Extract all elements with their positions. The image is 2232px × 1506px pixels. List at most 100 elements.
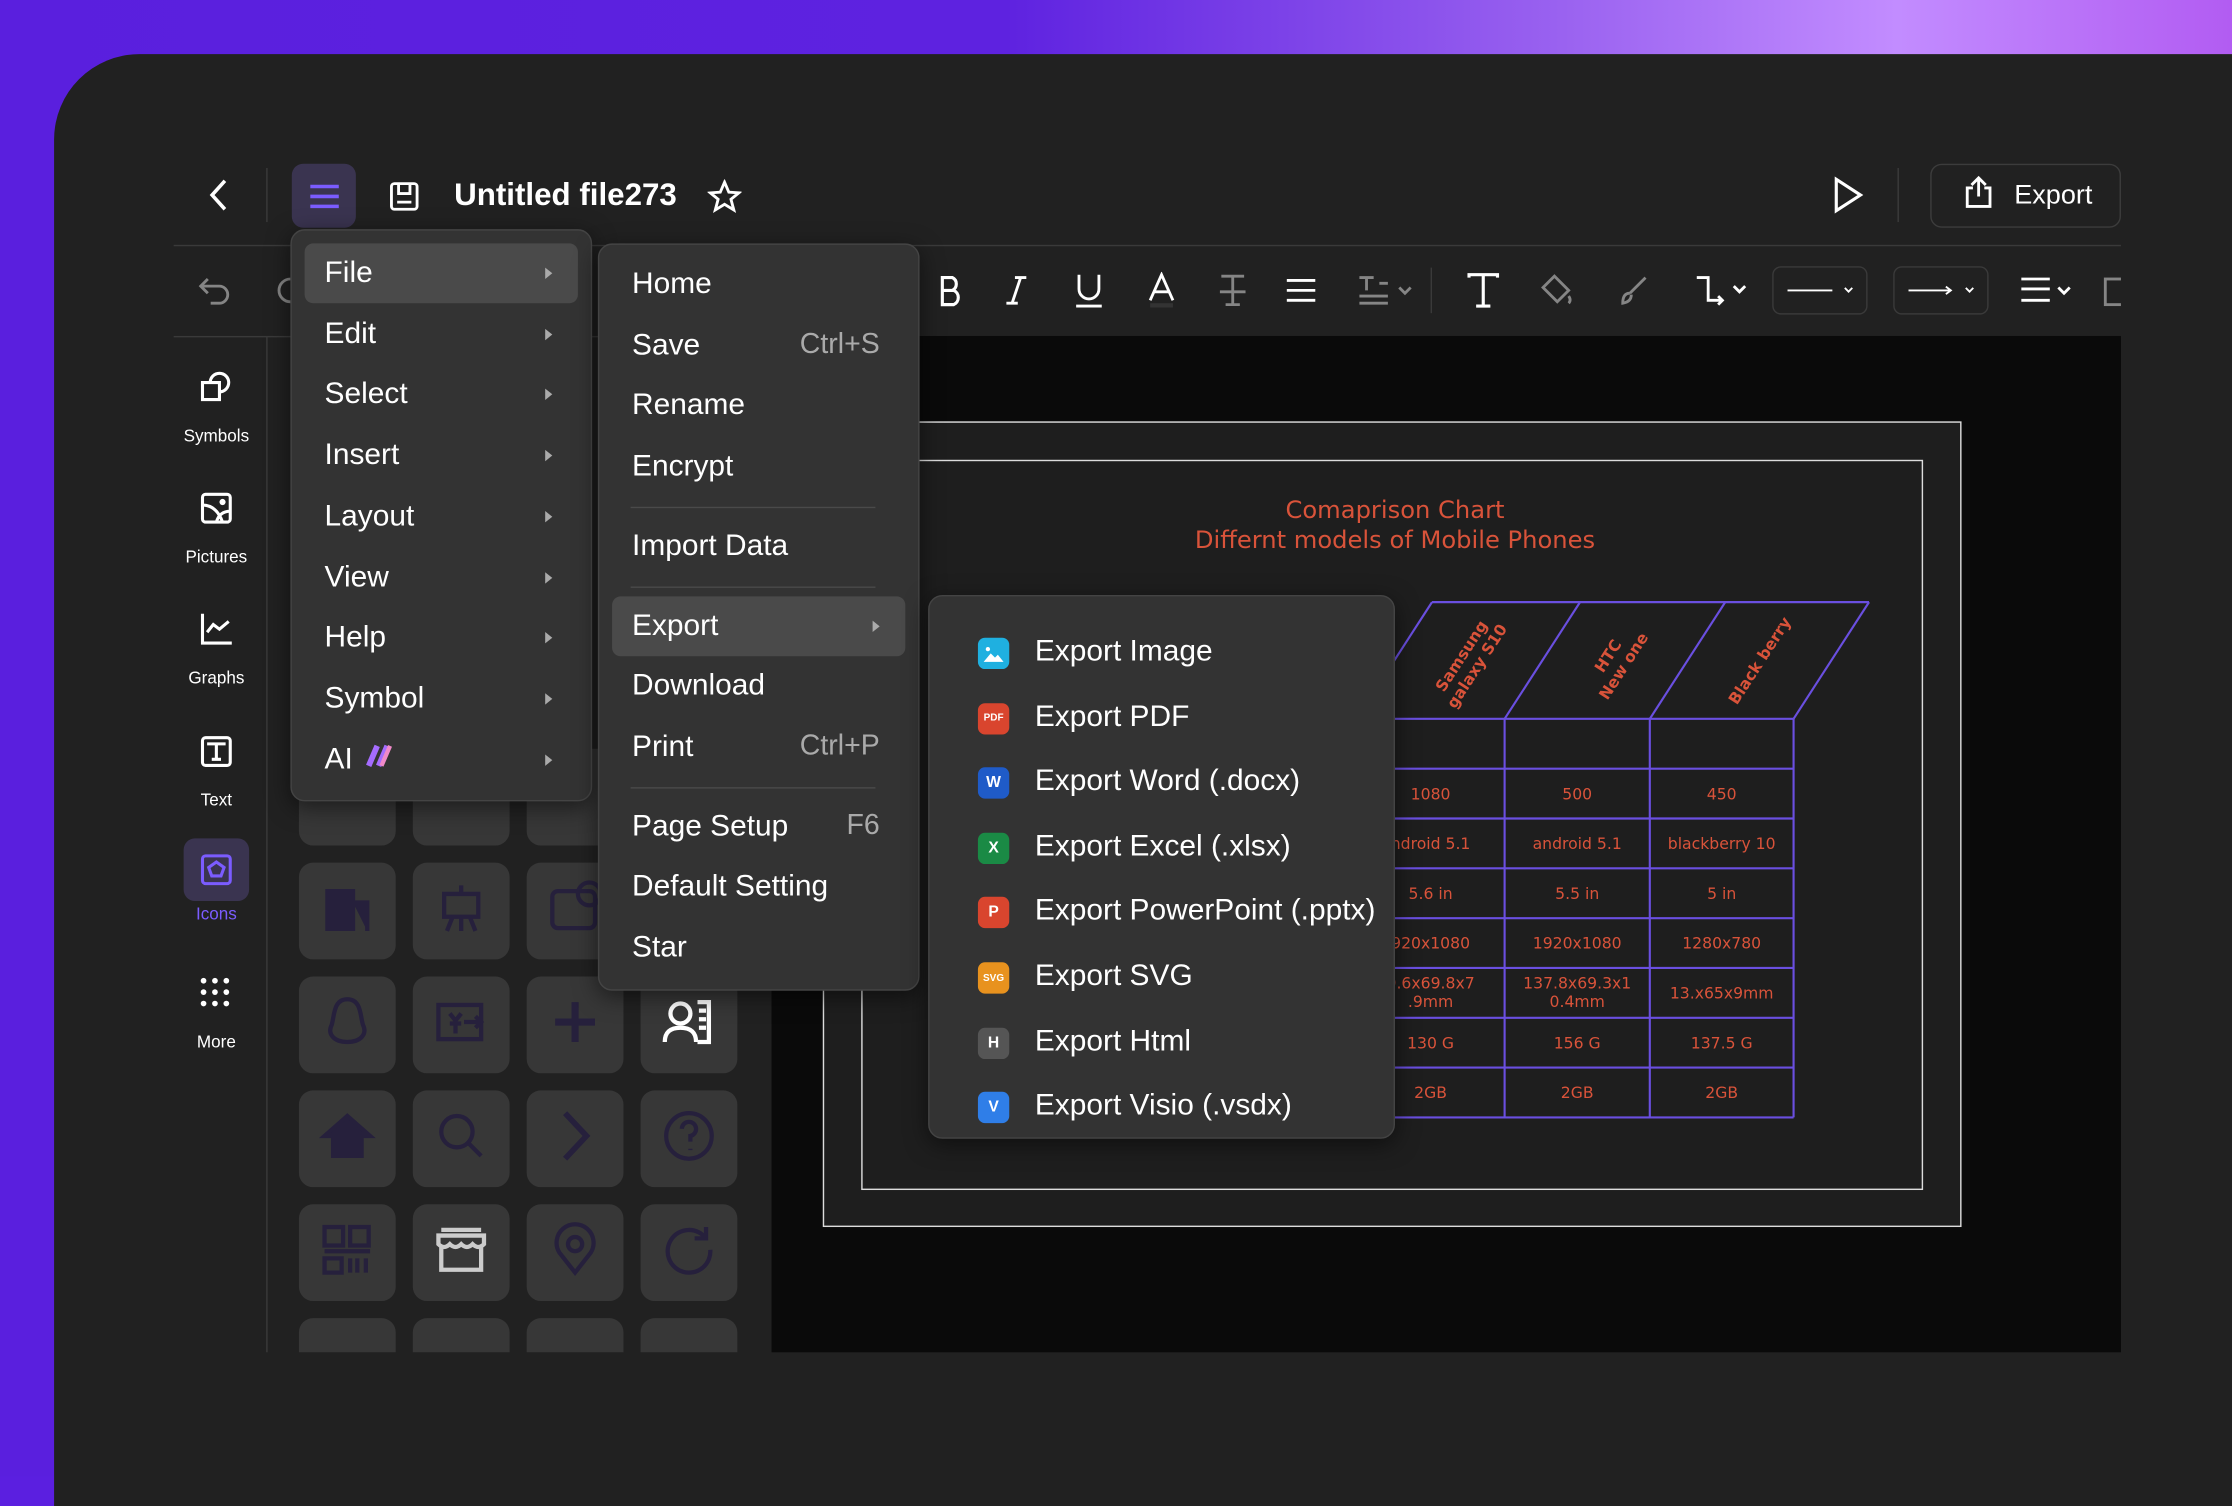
menu-item-save[interactable]: Save Ctrl+S [612,316,905,376]
fill-icon[interactable] [1540,268,1574,314]
menu-item-import-data[interactable]: Import Data [612,516,905,576]
icon-tile[interactable] [412,1318,510,1353]
arrow-style-dropdown[interactable] [1893,266,1989,315]
menu-item-encrypt[interactable]: Encrypt [612,437,905,497]
table-cell: 156 G [1554,1033,1601,1052]
icon-tile-chevron-right[interactable] [526,1090,624,1188]
building-icon [319,879,376,943]
menu-icon[interactable] [291,163,356,228]
menu-item-export-word-docx[interactable]: W Export Word (.docx) [938,755,1385,812]
menu-item-label: Print [632,730,694,763]
menu-item-view[interactable]: View [305,547,578,607]
sidebar-item-graphs[interactable]: Graphs [174,605,259,688]
export-button[interactable]: Export [1930,163,2121,228]
menu-item-export-pdf[interactable]: PDF Export PDF [938,690,1385,747]
table-column-header: HTCNew one [1579,619,1652,703]
symbols-icon [174,363,259,411]
menu-item-ai[interactable]: AI [305,730,578,790]
icon-tile-location-pin[interactable] [526,1204,624,1302]
submenu-arrow-icon [545,267,553,280]
menu-item-page-setup[interactable]: Page Setup F6 [612,797,905,857]
font-color-icon[interactable] [1146,268,1177,314]
icon-tile-qq-penguin[interactable] [298,976,396,1074]
play-icon[interactable] [1826,174,1869,217]
copy-style-icon[interactable] [2101,268,2121,314]
undo-icon[interactable] [196,268,233,314]
strikethrough-text-icon[interactable] [1217,268,1248,314]
menu-item-layout[interactable]: Layout [305,487,578,547]
menu-item-star[interactable]: Star [612,918,905,978]
back-chevron-icon[interactable] [199,174,236,217]
line-weight-icon[interactable] [2018,268,2075,314]
sidebar-item-symbols[interactable]: Symbols [174,363,259,446]
sidebar-item-pictures[interactable]: Pictures [174,484,259,567]
icon-tile-payment[interactable] [412,976,510,1074]
menu-item-home[interactable]: Home [612,255,905,315]
menu-item-export[interactable]: Export [612,595,906,656]
icon-tile-easel[interactable] [412,862,510,960]
menu-item-export-powerpoint-pptx[interactable]: P Export PowerPoint (.pptx) [938,885,1385,942]
italic-icon[interactable] [1004,268,1030,314]
submenu-arrow-icon [545,328,553,340]
menu-item-default-setting[interactable]: Default Setting [612,857,905,917]
bold-icon[interactable] [937,268,965,314]
icon-tile-refresh[interactable] [640,1204,738,1302]
table-cell: 2GB [1705,1083,1738,1102]
table-cell: 5.5 in [1555,884,1599,903]
text-icon[interactable] [1466,268,1500,314]
icon-tile-plus[interactable] [526,976,624,1074]
icon-tile-search[interactable] [412,1090,510,1188]
icon-tile-contact-card[interactable] [640,976,738,1074]
icon-tile-building[interactable] [298,862,396,960]
icon-tile-qr-code[interactable] [298,1204,396,1302]
menu-item-export-visio-vsdx[interactable]: V Export Visio (.vsdx) [938,1079,1385,1136]
menu-item-label: Default Setting [632,870,829,903]
menu-item-label: Download [632,669,765,703]
menu-item-label: Export PDF [1034,699,1190,733]
menu-item-insert[interactable]: Insert [305,426,578,486]
sidebar-item-more[interactable]: More [174,969,259,1052]
menu-item-select[interactable]: Select [305,365,578,425]
underline-icon[interactable] [1073,268,1104,314]
document-title[interactable]: Untitled file273 [454,177,677,214]
table-cell: blackberry 10 [1668,834,1776,853]
table-cell: 130 G [1407,1033,1454,1052]
menu-item-print[interactable]: Print Ctrl+P [612,717,905,777]
icon-tile-help[interactable] [640,1090,738,1188]
menu-item-export-svg[interactable]: SVG Export SVG [938,949,1385,1006]
icon-tile-home[interactable] [298,1090,396,1188]
menu-item-label: Select [324,377,408,411]
menu-item-file[interactable]: File [304,243,578,304]
menu-item-help[interactable]: Help [305,608,578,668]
sidebar-item-text[interactable]: Text [174,727,259,810]
star-icon[interactable] [705,177,745,217]
menu-item-edit[interactable]: Edit [305,304,578,364]
menu-item-export-excel-xlsx[interactable]: X Export Excel (.xlsx) [938,820,1385,877]
icon-tile[interactable] [298,1318,396,1353]
table-cell: 1080 [1411,784,1451,803]
menu-item-export-image[interactable]: Export Image [938,625,1385,682]
menu-item-export-html[interactable]: H Export Html [938,1014,1385,1071]
line-spacing-icon[interactable] [1357,268,1414,314]
connector-icon[interactable] [1694,268,1751,314]
sidebar-item-icons[interactable]: Icons [174,838,259,924]
menu-item-rename[interactable]: Rename [612,376,905,436]
refresh-icon [660,1221,717,1285]
icon-tile-store[interactable] [412,1204,510,1302]
submenu-arrow-icon [872,619,880,632]
menu-item-download[interactable]: Download [612,656,905,716]
menu-item-symbol[interactable]: Symbol [305,669,578,729]
payment-icon [433,993,490,1057]
pdf-file-icon: PDF [977,702,1010,734]
submenu-arrow-icon [545,693,553,705]
icon-tile[interactable] [526,1318,624,1353]
brush-icon[interactable] [1617,268,1651,314]
menu-item-label: File [324,256,373,289]
align-icon[interactable] [1284,268,1318,314]
icon-tile[interactable] [640,1318,738,1353]
save-icon[interactable] [384,177,424,217]
line-style-dropdown[interactable] [1772,266,1868,315]
chevron-right-icon [547,1107,604,1171]
x-file-icon: X [977,832,1010,864]
menu-divider [630,585,876,588]
